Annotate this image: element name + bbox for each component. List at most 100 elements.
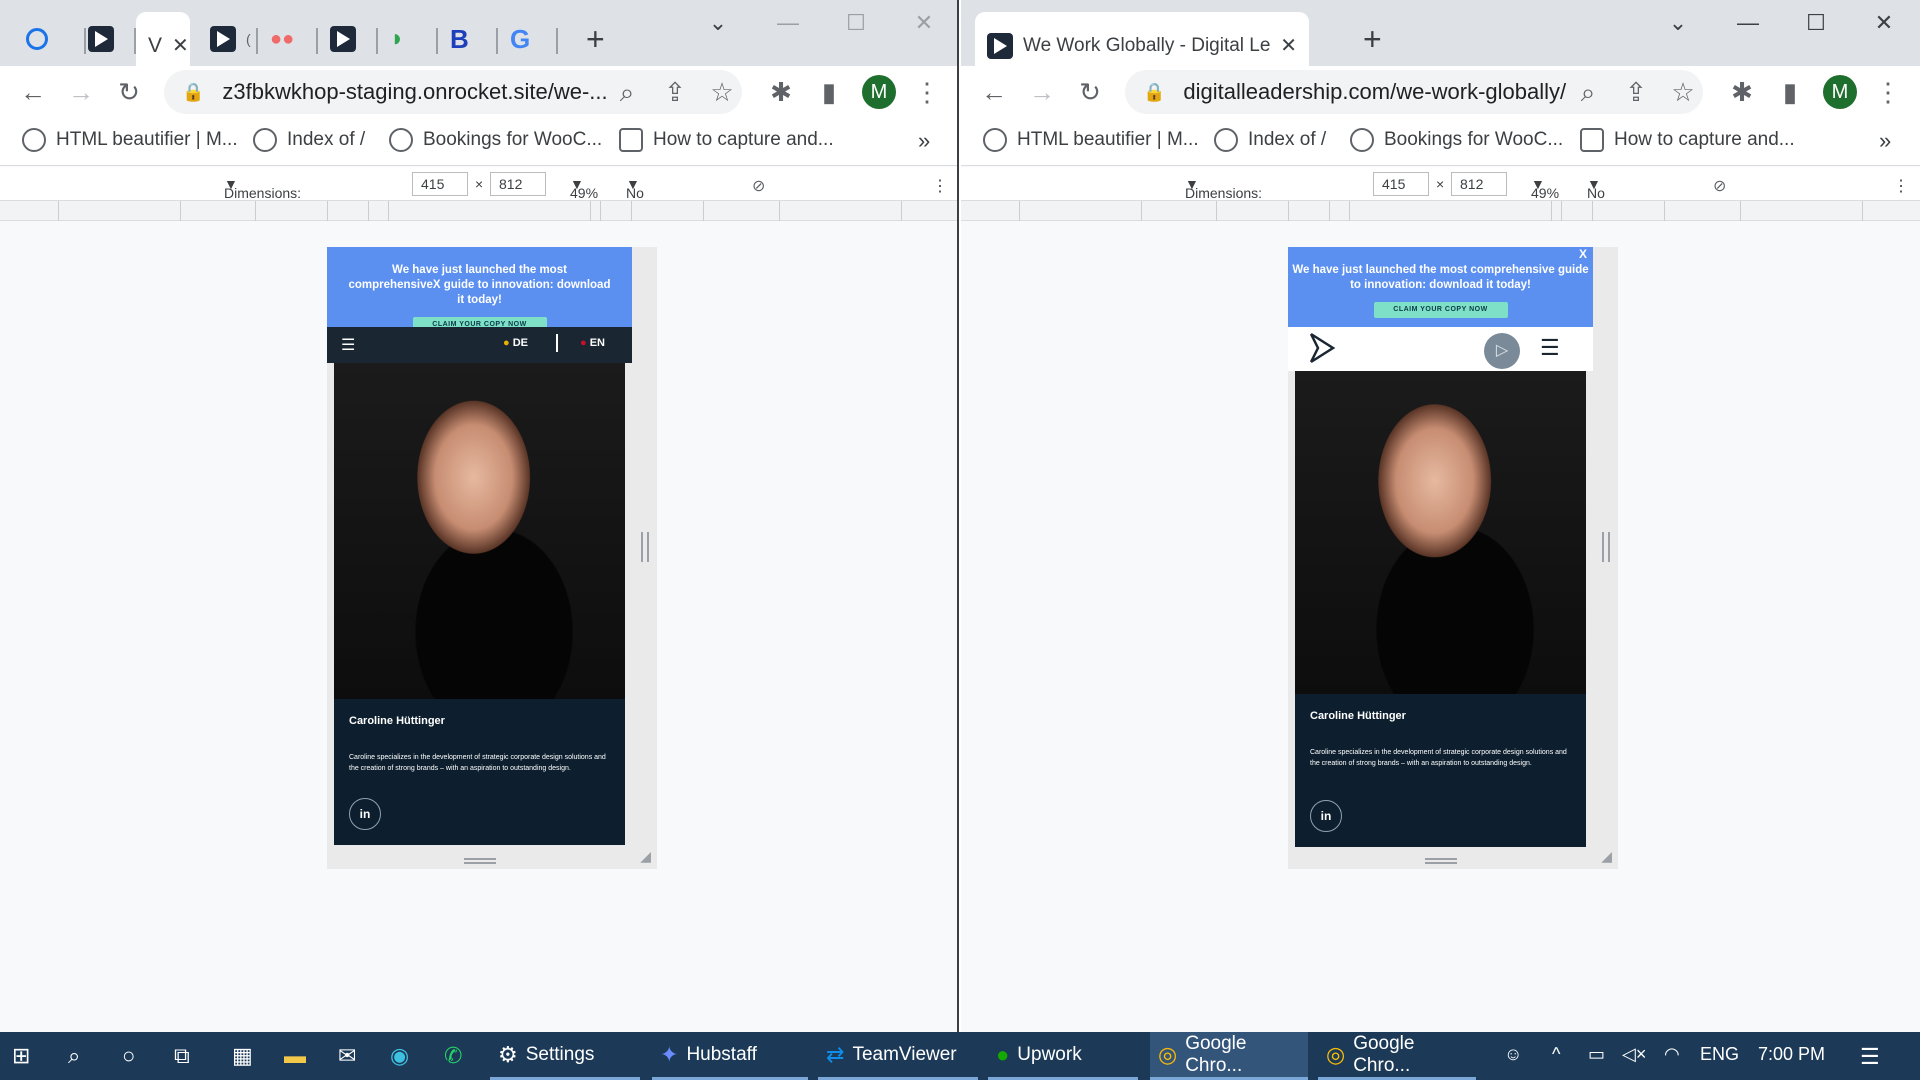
throttling-dropdown[interactable]: No throttling ▼ <box>626 176 680 217</box>
resize-handle-right[interactable] <box>641 532 649 562</box>
tab-google[interactable]: G <box>498 12 558 66</box>
height-input[interactable]: 812 <box>490 172 546 196</box>
linkedin-icon[interactable]: in <box>349 798 381 830</box>
dl-play-icon[interactable]: ▷ <box>1484 333 1520 369</box>
tab-asana[interactable]: ●● <box>258 12 318 66</box>
bookmarks-overflow-button[interactable]: » <box>1879 128 1891 154</box>
star-icon[interactable]: ☆ <box>705 76 739 108</box>
zoom-icon[interactable]: ⌕ <box>610 76 644 108</box>
store-button[interactable]: ▦ <box>232 1032 253 1080</box>
back-icon[interactable]: ← <box>977 76 1011 108</box>
bookmarks-overflow-button[interactable]: » <box>918 128 930 154</box>
tab-b[interactable]: B <box>438 12 498 66</box>
reload-icon[interactable]: ↻ <box>1073 76 1107 108</box>
hamburger-menu-icon[interactable]: ☰ <box>341 335 355 355</box>
start-button[interactable]: ⊞ <box>12 1032 30 1080</box>
menu-icon[interactable]: ⋮ <box>1871 76 1905 108</box>
profile-avatar[interactable]: M <box>862 75 896 109</box>
maximize-button[interactable]: ☐ <box>1786 10 1846 36</box>
tab-search-button[interactable]: ⌄ <box>688 10 748 36</box>
extensions-icon[interactable]: ✱ <box>764 76 798 108</box>
banner-close-button[interactable]: X <box>1579 247 1587 262</box>
taskbar-chrome-1[interactable]: ◎ Google Chro... <box>1150 1032 1308 1080</box>
profile-avatar[interactable]: M <box>1823 75 1857 109</box>
bookmark-item[interactable]: Index of / <box>253 128 365 152</box>
lang-de-link[interactable]: ● DE <box>503 337 528 349</box>
tray-expand-icon[interactable]: ^ <box>1552 1044 1560 1065</box>
width-input[interactable]: 415 <box>412 172 468 196</box>
bookmark-item[interactable]: Bookings for WooC... <box>389 128 602 152</box>
resize-handle-right[interactable] <box>1602 532 1610 562</box>
resize-handle-bottom[interactable] <box>464 858 496 864</box>
bookmark-item[interactable]: HTML beautifier | M... <box>22 128 238 152</box>
share-icon[interactable]: ⇪ <box>658 76 692 108</box>
devtools-more-icon[interactable]: ⋮ <box>1893 176 1909 196</box>
forward-icon[interactable]: → <box>64 76 98 108</box>
claim-copy-button[interactable]: CLAIM YOUR COPY NOW <box>1373 302 1508 318</box>
close-tab-icon[interactable]: ✕ <box>172 33 189 58</box>
mail-button[interactable]: ✉ <box>338 1032 356 1080</box>
reload-icon[interactable]: ↻ <box>112 76 146 108</box>
close-window-button[interactable]: ✕ <box>894 10 954 36</box>
taskbar-teamviewer[interactable]: ⇄ TeamViewer <box>818 1032 978 1080</box>
bookmark-item[interactable]: Index of / <box>1214 128 1326 152</box>
star-icon[interactable]: ☆ <box>1666 76 1700 108</box>
minimize-button[interactable]: — <box>758 10 818 36</box>
explorer-button[interactable]: ▬ <box>284 1032 306 1080</box>
width-input[interactable]: 415 <box>1373 172 1429 196</box>
tab-dl-1[interactable] <box>76 12 136 66</box>
resize-handle-bottom[interactable] <box>1425 858 1457 864</box>
tab-search-button[interactable]: ⌄ <box>1648 10 1708 36</box>
menu-icon[interactable]: ⋮ <box>910 76 944 108</box>
dl-logo-icon[interactable] <box>1308 331 1336 365</box>
dimensions-dropdown[interactable]: Dimensions: Responsive ▼ <box>224 176 301 217</box>
throttling-dropdown[interactable]: No throttling ▼ <box>1587 176 1641 217</box>
bookmark-item[interactable]: HTML beautifier | M... <box>983 128 1199 152</box>
tab-dl-3[interactable] <box>318 12 378 66</box>
tab-history[interactable] <box>14 12 86 66</box>
resize-handle-corner[interactable]: ◢ <box>1601 848 1612 865</box>
side-panel-icon[interactable]: ▮ <box>812 76 846 108</box>
forward-icon[interactable]: → <box>1025 76 1059 108</box>
new-tab-button[interactable]: + <box>574 12 614 66</box>
address-bar[interactable]: 🔒 digitalleadership.com/we-work-globally… <box>1125 70 1703 114</box>
cortana-button[interactable]: ○ <box>122 1032 135 1080</box>
taskbar-settings[interactable]: ⚙ Settings <box>490 1032 640 1080</box>
taskbar-hubstaff[interactable]: ✦ Hubstaff <box>652 1032 808 1080</box>
minimize-button[interactable]: — <box>1718 10 1778 36</box>
hamburger-menu-icon[interactable]: ☰ <box>1540 335 1560 361</box>
zoom-icon[interactable]: ⌕ <box>1571 76 1605 108</box>
task-view-button[interactable]: ⧉ <box>174 1032 190 1080</box>
linkedin-icon[interactable]: in <box>1310 800 1342 832</box>
taskbar-upwork[interactable]: ● Upwork <box>988 1032 1138 1080</box>
resize-handle-corner[interactable]: ◢ <box>640 848 651 865</box>
bookmark-item[interactable]: How to capture and... <box>1580 128 1795 152</box>
share-icon[interactable]: ⇪ <box>1619 76 1653 108</box>
maximize-button[interactable]: ☐ <box>826 10 886 36</box>
back-icon[interactable]: ← <box>16 76 50 108</box>
height-input[interactable]: 812 <box>1451 172 1507 196</box>
clock[interactable]: 7:00 PM <box>1758 1044 1825 1065</box>
network-icon[interactable]: ◠ <box>1664 1044 1680 1065</box>
search-button[interactable]: ⌕ <box>68 1032 80 1080</box>
close-tab-icon[interactable]: ✕ <box>1280 33 1297 58</box>
extensions-icon[interactable]: ✱ <box>1725 76 1759 108</box>
language-indicator[interactable]: ENG <box>1700 1044 1739 1065</box>
address-bar[interactable]: 🔒 z3fbkwkhop-staging.onrocket.site/we-..… <box>164 70 742 114</box>
rotate-icon[interactable]: ⊘ <box>752 176 765 196</box>
whatsapp-button[interactable]: ✆ <box>444 1032 462 1080</box>
bookmark-item[interactable]: How to capture and... <box>619 128 834 152</box>
dimensions-dropdown[interactable]: Dimensions: Responsive ▼ <box>1185 176 1262 217</box>
zoom-dropdown[interactable]: 49% ▼ <box>1531 176 1559 201</box>
new-tab-button[interactable]: + <box>1351 12 1391 66</box>
tab-dl-2[interactable]: ( <box>198 12 258 66</box>
edge-button[interactable]: ◉ <box>390 1032 409 1080</box>
people-icon[interactable]: ☺ <box>1504 1044 1522 1065</box>
side-panel-icon[interactable]: ▮ <box>1773 76 1807 108</box>
tab-leaf[interactable]: ◗ <box>378 12 438 66</box>
bookmark-item[interactable]: Bookings for WooC... <box>1350 128 1563 152</box>
devtools-more-icon[interactable]: ⋮ <box>932 176 948 196</box>
meet-now-icon[interactable]: ▭ <box>1588 1044 1605 1065</box>
taskbar-chrome-2[interactable]: ◎ Google Chro... <box>1318 1032 1476 1080</box>
volume-icon[interactable]: ◁× <box>1622 1044 1646 1065</box>
